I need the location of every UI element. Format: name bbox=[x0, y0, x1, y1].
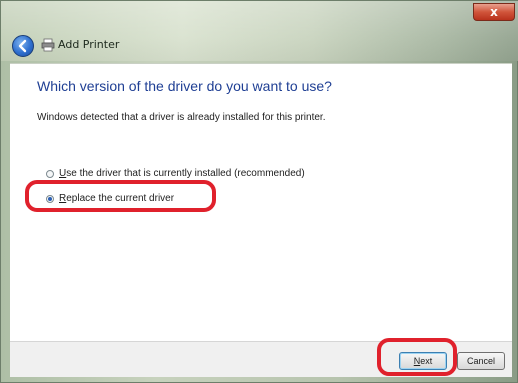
highlight-replace-option bbox=[25, 180, 216, 212]
page-description: Windows detected that a driver is alread… bbox=[37, 112, 326, 123]
back-arrow-icon bbox=[18, 39, 27, 53]
option-use-current-driver[interactable]: Use the driver that is currently install… bbox=[46, 168, 305, 179]
printer-icon bbox=[41, 38, 55, 52]
close-icon: x bbox=[490, 5, 498, 19]
page-heading: Which version of the driver do you want … bbox=[37, 78, 332, 94]
highlight-next-button bbox=[377, 338, 457, 376]
back-button[interactable] bbox=[12, 35, 34, 57]
title-bar bbox=[1, 1, 518, 61]
window-title: Add Printer bbox=[58, 38, 120, 51]
option-label: Use the driver that is currently install… bbox=[59, 168, 305, 179]
cancel-label: Cancel bbox=[466, 356, 495, 366]
close-button[interactable]: x bbox=[473, 3, 515, 21]
radio-button[interactable] bbox=[46, 169, 54, 178]
cancel-button[interactable]: Cancel bbox=[457, 352, 505, 370]
